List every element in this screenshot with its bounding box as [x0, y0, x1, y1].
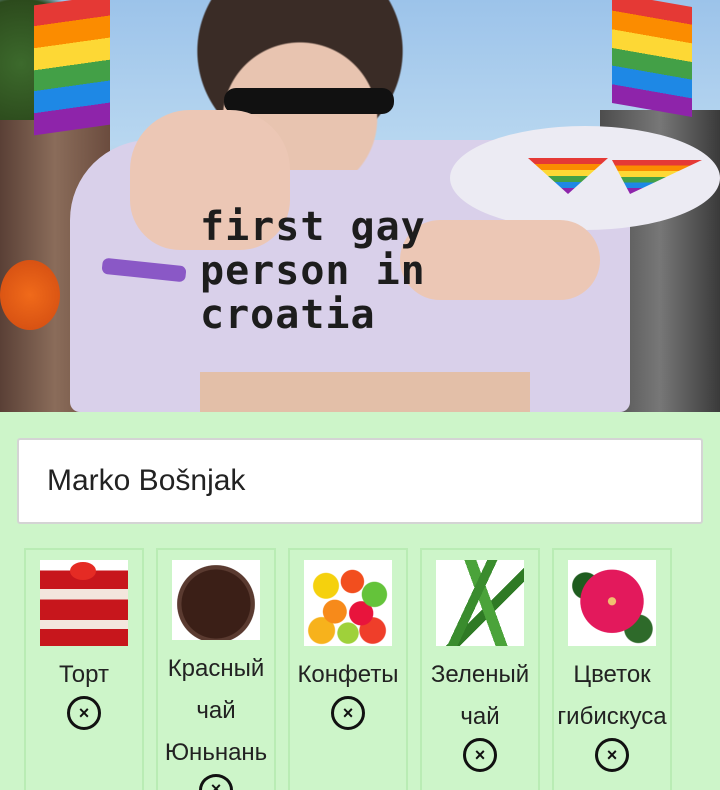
user-name: Marko Bošnjak: [47, 464, 246, 497]
rainbow-flag-left: [34, 0, 110, 136]
gift-label: Красный чай Юньнань: [164, 654, 268, 766]
gift-card[interactable]: Торт ×: [24, 548, 144, 790]
remove-icon[interactable]: ×: [331, 696, 365, 730]
cake-icon: [40, 560, 128, 646]
remove-icon[interactable]: ×: [67, 696, 101, 730]
remove-icon[interactable]: ×: [463, 738, 497, 772]
gift-card[interactable]: Цветок гибискуса ×: [552, 548, 672, 790]
sunglasses: [224, 88, 394, 114]
gift-label: Зеленый чай: [430, 661, 530, 730]
gift-label: Торт: [59, 661, 109, 688]
shirt-text: first gay person in croatia: [200, 204, 426, 338]
user-name-field[interactable]: Marko Bošnjak: [17, 438, 703, 524]
remove-icon[interactable]: ×: [199, 773, 233, 790]
rainbow-flag-right: [612, 0, 692, 118]
orange-fur: [0, 260, 60, 330]
green-tea-icon: [436, 560, 524, 646]
gift-label: Конфеты: [297, 661, 399, 688]
gift-label: Цветок гибискуса: [557, 661, 667, 730]
red-tea-icon: [172, 560, 260, 640]
remove-icon[interactable]: ×: [595, 738, 629, 772]
gift-card[interactable]: Зеленый чай ×: [420, 548, 540, 790]
gift-card[interactable]: Красный чай Юньнань ×: [156, 548, 276, 790]
candy-icon: [304, 560, 392, 646]
gift-card[interactable]: Конфеты ×: [288, 548, 408, 790]
person-belly: [200, 372, 530, 412]
hibiscus-icon: [568, 560, 656, 646]
profile-photo: first gay person in croatia: [0, 0, 720, 412]
gift-list: Торт × Красный чай Юньнань × Конфеты × З…: [24, 548, 684, 790]
